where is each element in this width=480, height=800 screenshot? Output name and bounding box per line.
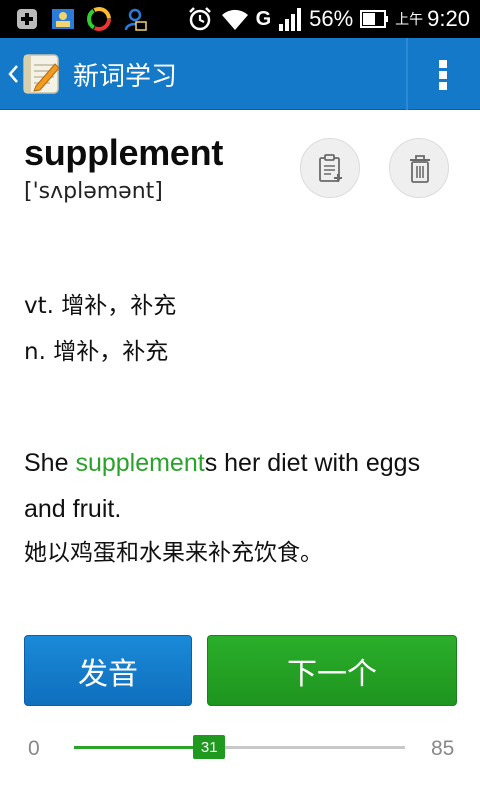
- next-button[interactable]: 下一个: [207, 635, 457, 706]
- user-sync-icon: [124, 8, 147, 31]
- example-highlight: supplement: [75, 449, 205, 477]
- progress-thumb[interactable]: 31: [193, 735, 226, 759]
- notification-icons: [14, 6, 148, 32]
- example-sentence: She supplements her diet with eggs and f…: [24, 440, 464, 532]
- add-notification-icon: [17, 9, 37, 29]
- add-to-notebook-button[interactable]: [300, 138, 360, 198]
- battery-percent: 56%: [309, 6, 354, 31]
- page-title: 新词学习: [73, 62, 178, 92]
- time-prefix: 上午: [395, 11, 424, 27]
- trash-icon: [410, 155, 430, 183]
- battery-icon: [360, 10, 389, 28]
- add-note-icon: [319, 154, 342, 182]
- overflow-dot: [439, 60, 447, 68]
- app-notepad-icon[interactable]: [22, 52, 62, 96]
- wifi-icon: [221, 9, 248, 30]
- overflow-dot: [439, 71, 447, 79]
- status-bar: G 56% 上午 9:20: [0, 0, 480, 38]
- clock: 9:20: [427, 6, 470, 31]
- alarm-icon: [188, 7, 211, 31]
- contact-card-icon: [52, 9, 74, 29]
- network-type: G: [255, 7, 272, 30]
- pronounce-button[interactable]: 发音: [24, 635, 192, 706]
- app-swirl-icon: [87, 7, 111, 31]
- meaning-line: vt. 增补，补充: [24, 293, 177, 319]
- meaning-line: n. 增补，补充: [24, 339, 169, 365]
- status-indicators: G 56% 上午 9:20: [186, 0, 470, 38]
- signal-icon: [279, 8, 302, 31]
- example-translation: 她以鸡蛋和水果来补充饮食。: [24, 540, 323, 566]
- overflow-dot: [439, 82, 447, 90]
- delete-word-button[interactable]: [389, 138, 449, 198]
- progress-fill: [74, 746, 210, 749]
- word-text: supplement: [24, 132, 224, 173]
- progress-max: 85: [431, 737, 455, 760]
- overflow-menu-button[interactable]: [408, 38, 480, 110]
- word-phonetic: ['sʌpləmənt]: [24, 179, 163, 204]
- example-before: She: [24, 449, 76, 477]
- progress-track[interactable]: [74, 746, 405, 749]
- back-chevron-icon[interactable]: [6, 60, 20, 88]
- progress-min: 0: [28, 737, 40, 760]
- action-bar: 新词学习: [0, 38, 480, 110]
